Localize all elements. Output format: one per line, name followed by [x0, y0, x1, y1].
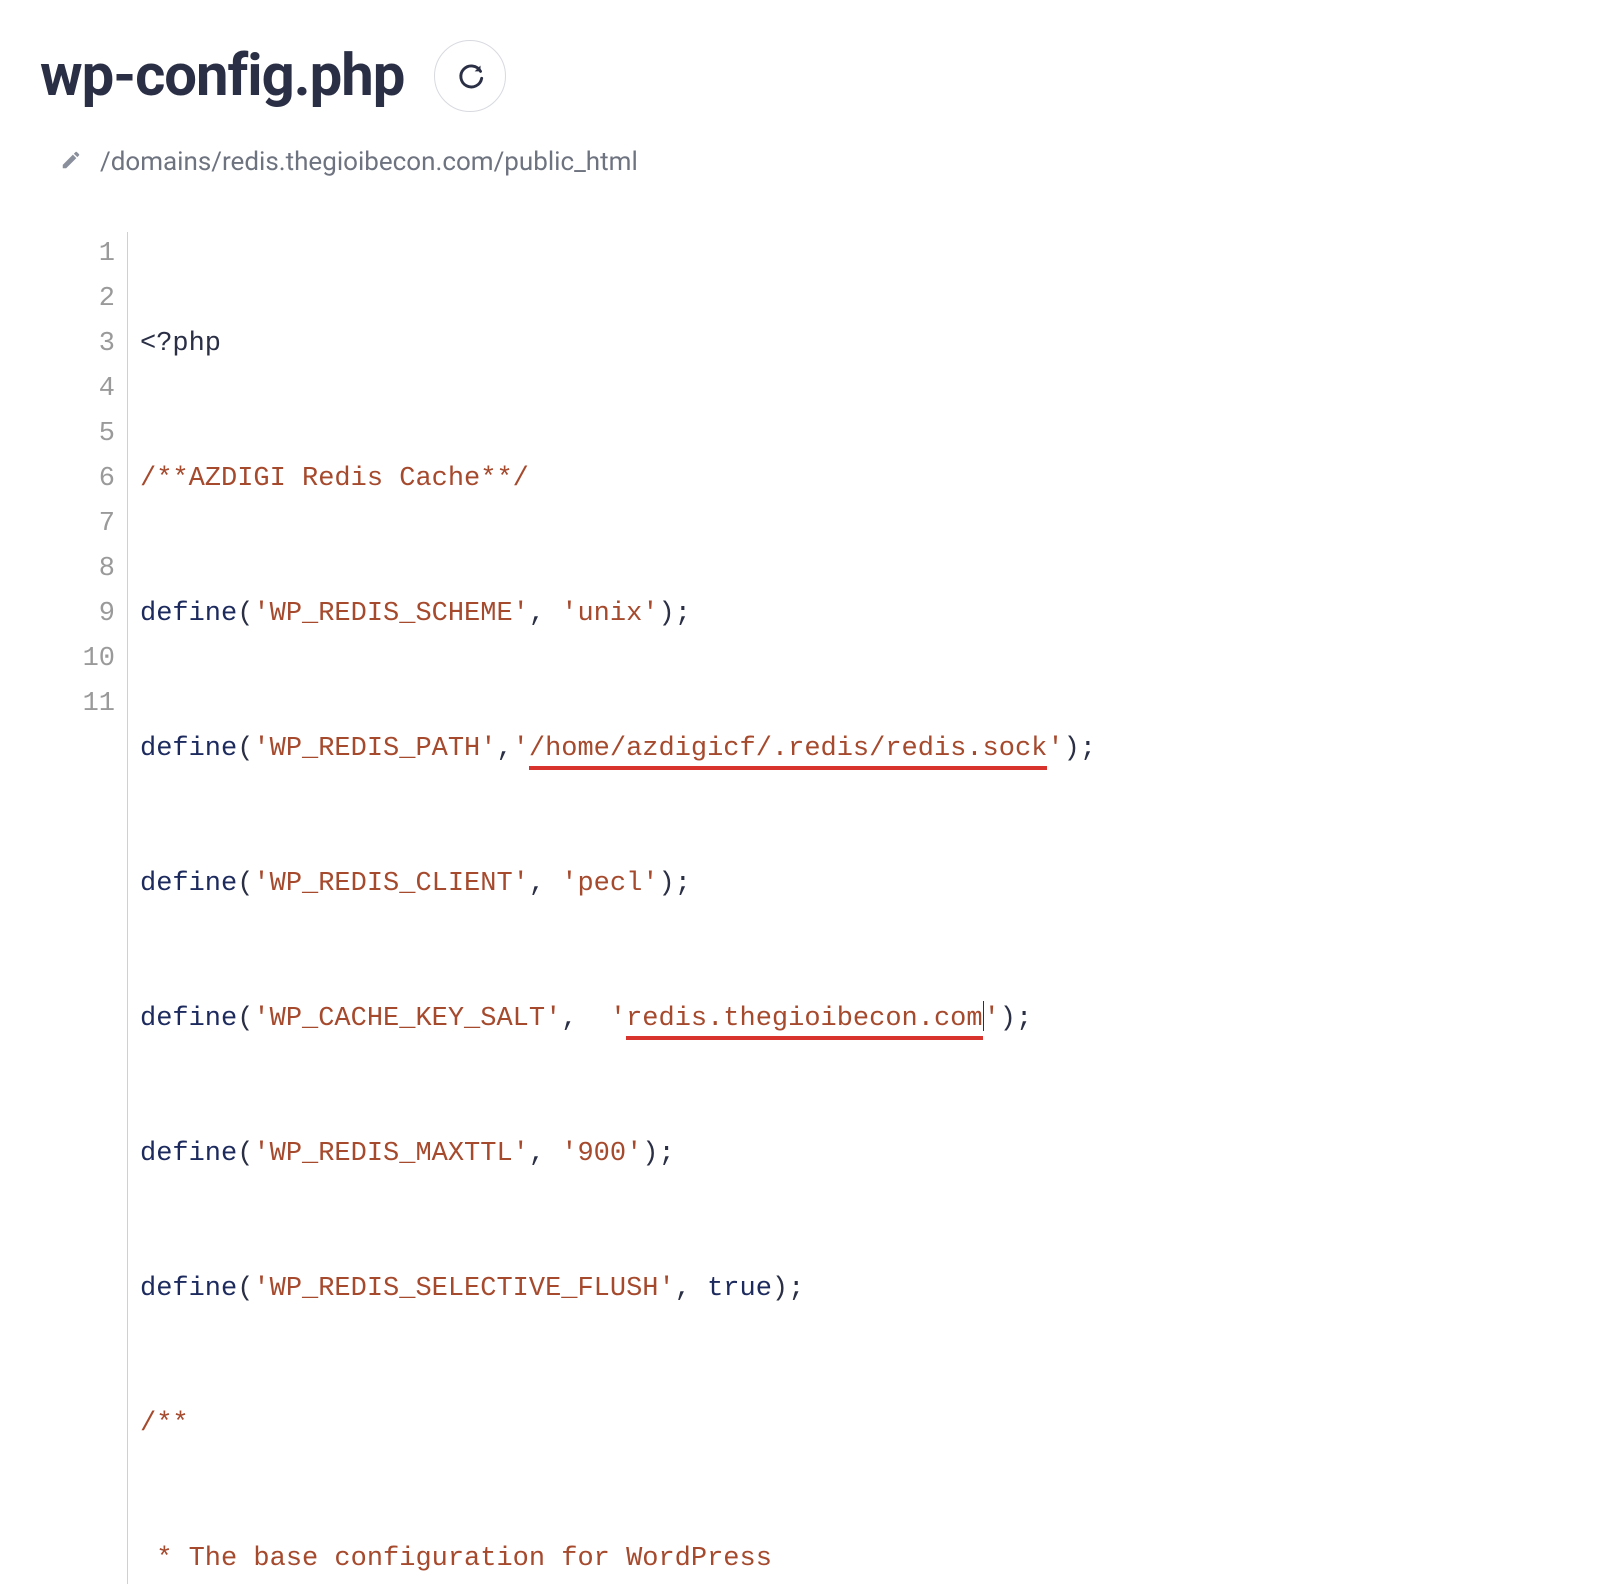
file-path: /domains/redis.thegioibecon.com/public_h…: [100, 147, 638, 177]
line-number: 9: [70, 592, 115, 637]
line-number: 10: [70, 637, 115, 682]
line-number: 4: [70, 367, 115, 412]
code-line[interactable]: define('WP_REDIS_SELECTIVE_FLUSH', true)…: [140, 1267, 1096, 1312]
code-line[interactable]: define('WP_CACHE_KEY_SALT', 'redis.thegi…: [140, 997, 1096, 1042]
line-number: 11: [70, 682, 115, 727]
redis-path-value: /home/azdigicf/.redis/redis.sock: [529, 734, 1047, 770]
line-number: 6: [70, 457, 115, 502]
line-number: 8: [70, 547, 115, 592]
line-number: 7: [70, 502, 115, 547]
breadcrumb: /domains/redis.thegioibecon.com/public_h…: [60, 147, 1562, 177]
code-line[interactable]: /**AZDIGI Redis Cache**/: [140, 457, 1096, 502]
code-editor[interactable]: 1 2 3 4 5 6 7 8 9 10 11 <?php /**AZDIGI …: [70, 232, 1562, 1584]
refresh-button[interactable]: [434, 40, 506, 112]
code-line[interactable]: /**: [140, 1402, 1096, 1447]
code-line[interactable]: <?php: [140, 322, 1096, 367]
line-number: 5: [70, 412, 115, 457]
code-line[interactable]: define('WP_REDIS_MAXTTL', '900');: [140, 1132, 1096, 1177]
line-number-gutter: 1 2 3 4 5 6 7 8 9 10 11: [70, 232, 128, 1584]
line-number: 1: [70, 232, 115, 277]
code-line[interactable]: define('WP_REDIS_PATH','/home/azdigicf/.…: [140, 727, 1096, 772]
line-number: 3: [70, 322, 115, 367]
code-line[interactable]: define('WP_REDIS_CLIENT', 'pecl');: [140, 862, 1096, 907]
code-line[interactable]: * The base configuration for WordPress: [140, 1537, 1096, 1582]
refresh-icon: [456, 62, 484, 90]
code-content[interactable]: <?php /**AZDIGI Redis Cache**/ define('W…: [128, 232, 1096, 1584]
text-cursor: [983, 1001, 984, 1031]
line-number: 2: [70, 277, 115, 322]
code-line[interactable]: define('WP_REDIS_SCHEME', 'unix');: [140, 592, 1096, 637]
cache-key-salt-value: redis.thegioibecon.com: [626, 1004, 982, 1040]
page-title: wp-config.php: [40, 42, 404, 110]
edit-icon: [60, 149, 82, 175]
